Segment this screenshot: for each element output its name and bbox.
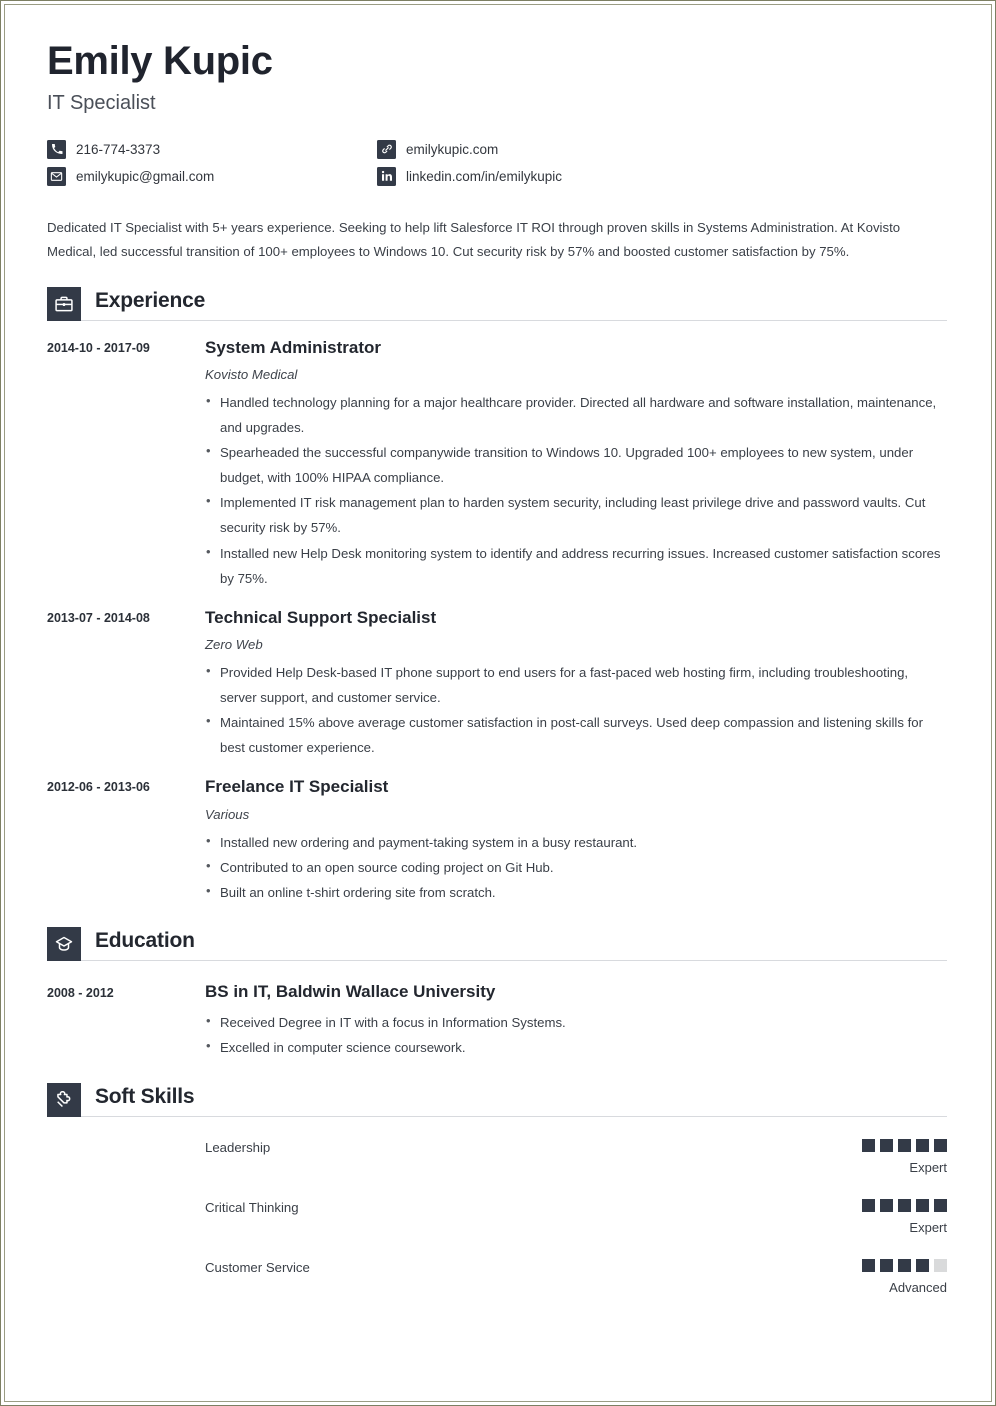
skills-list: Leadership Expert Critical Thinking Expe…	[47, 1138, 947, 1295]
entry-date: 2008 - 2012	[47, 985, 114, 1000]
entry-body: Freelance IT Specialist Various Installe…	[205, 777, 947, 905]
entry-role: Freelance IT Specialist	[205, 777, 389, 797]
skill-row: Leadership Expert	[47, 1138, 947, 1175]
contact-grid: 216-774-3373 emilykupic.com emilykupic@g…	[47, 139, 947, 186]
section-soft-skills: Soft Skills Leadership Expert Critical T…	[47, 1082, 947, 1295]
entry-degree: BS in IT, Baldwin Wallace University	[205, 981, 496, 1001]
email-icon	[47, 166, 66, 186]
link-icon	[377, 139, 396, 159]
contact-phone[interactable]: 216-774-3373	[47, 139, 377, 159]
section-header-soft-skills: Soft Skills	[47, 1082, 947, 1117]
experience-entry: 2013-07 - 2014-08 Technical Support Spec…	[47, 608, 947, 761]
rating-square	[898, 1198, 911, 1212]
skill-rating-squares	[862, 1258, 947, 1272]
education-entry: 2008 - 2012 BS in IT, Baldwin Wallace Un…	[47, 982, 947, 1061]
entry-bullets: Installed new ordering and payment-takin…	[205, 829, 947, 905]
rating-square	[880, 1258, 893, 1272]
skill-level: Expert	[909, 1159, 947, 1175]
entry-organization: Zero Web	[205, 637, 263, 653]
contact-website[interactable]: emilykupic.com	[377, 139, 947, 159]
entry-role: Technical Support Specialist	[205, 607, 437, 627]
skill-row: Customer Service Advanced	[47, 1258, 947, 1295]
list-item: Contributed to an open source coding pro…	[205, 854, 947, 880]
experience-entry: 2012-06 - 2013-06 Freelance IT Specialis…	[47, 777, 947, 905]
contact-linkedin-value: linkedin.com/in/emilykupic	[406, 168, 563, 184]
resume-page: Emily Kupic IT Specialist 216-774-3373 e…	[0, 0, 996, 1406]
list-item: Handled technology planning for a major …	[205, 389, 947, 440]
list-item: Implemented IT risk management plan to h…	[205, 489, 947, 540]
skill-rating-squares	[862, 1198, 947, 1212]
entry-bullets: Received Degree in IT with a focus in In…	[205, 1009, 947, 1060]
list-item: Installed new ordering and payment-takin…	[205, 829, 947, 855]
section-title-education: Education	[95, 929, 195, 953]
section-header-experience: Experience	[47, 286, 947, 321]
rating-square	[916, 1258, 929, 1272]
graduation-cap-icon	[47, 926, 81, 961]
page-title: Emily Kupic	[47, 39, 273, 83]
list-item: Excelled in computer science coursework.	[205, 1034, 947, 1060]
rating-square	[862, 1258, 875, 1272]
entry-date: 2014-10 - 2017-09	[47, 340, 150, 355]
skill-name: Leadership	[205, 1139, 271, 1155]
rating-square	[934, 1258, 947, 1272]
list-item: Maintained 15% above average customer sa…	[205, 709, 947, 760]
linkedin-icon	[377, 166, 396, 186]
rating-square	[898, 1258, 911, 1272]
list-item: Built an online t-shirt ordering site fr…	[205, 879, 947, 905]
entry-role: System Administrator	[205, 337, 382, 357]
list-item: Installed new Help Desk monitoring syste…	[205, 539, 947, 591]
phone-icon	[47, 139, 66, 159]
rating-square	[898, 1138, 911, 1152]
section-experience: Experience 2014-10 - 2017-09 System Admi…	[47, 286, 947, 905]
entry-body: Technical Support Specialist Zero Web Pr…	[205, 608, 947, 761]
entry-bullets: Provided Help Desk-based IT phone suppor…	[205, 659, 947, 760]
skill-row: Critical Thinking Expert	[47, 1198, 947, 1235]
job-title: IT Specialist	[47, 91, 156, 114]
contact-email-value: emilykupic@gmail.com	[76, 168, 215, 184]
entry-organization: Various	[205, 806, 250, 822]
entry-body: System Administrator Kovisto Medical Han…	[205, 338, 947, 591]
resume-page-inner: Emily Kupic IT Specialist 216-774-3373 e…	[4, 4, 992, 1402]
skill-level: Expert	[909, 1219, 947, 1235]
rating-square	[916, 1198, 929, 1212]
rating-square	[862, 1138, 875, 1152]
list-item: Received Degree in IT with a focus in In…	[205, 1009, 947, 1035]
contact-linkedin[interactable]: linkedin.com/in/emilykupic	[377, 166, 947, 186]
professional-summary: Dedicated IT Specialist with 5+ years ex…	[47, 219, 901, 260]
rating-square	[862, 1198, 875, 1212]
entry-date: 2012-06 - 2013-06	[47, 780, 150, 795]
rating-square	[880, 1138, 893, 1152]
contact-email[interactable]: emilykupic@gmail.com	[47, 166, 377, 186]
skill-rating-squares	[862, 1138, 947, 1152]
rating-square	[880, 1198, 893, 1212]
entry-date: 2013-07 - 2014-08	[47, 610, 150, 625]
section-education: Education 2008 - 2012 BS in IT, Baldwin …	[47, 926, 947, 1061]
skill-name: Critical Thinking	[205, 1199, 299, 1215]
entry-body: BS in IT, Baldwin Wallace University Rec…	[205, 982, 947, 1061]
skill-meter: Expert	[862, 1138, 947, 1175]
entry-bullets: Handled technology planning for a major …	[205, 389, 947, 591]
list-item: Spearheaded the successful companywide t…	[205, 439, 947, 490]
rating-square	[916, 1138, 929, 1152]
puzzle-piece-icon	[47, 1082, 81, 1117]
list-item: Provided Help Desk-based IT phone suppor…	[205, 659, 947, 710]
rating-square	[934, 1198, 947, 1212]
skill-name: Customer Service	[205, 1259, 310, 1275]
section-title-soft-skills: Soft Skills	[95, 1085, 195, 1109]
skill-level: Advanced	[889, 1279, 947, 1295]
experience-entry: 2014-10 - 2017-09 System Administrator K…	[47, 338, 947, 591]
contact-website-value: emilykupic.com	[406, 141, 499, 157]
rating-square	[934, 1138, 947, 1152]
entry-organization: Kovisto Medical	[205, 367, 298, 383]
resume-header: Emily Kupic IT Specialist 216-774-3373 e…	[47, 39, 947, 265]
skill-meter: Expert	[862, 1198, 947, 1235]
section-header-education: Education	[47, 926, 947, 961]
contact-phone-value: 216-774-3373	[76, 141, 161, 157]
skill-meter: Advanced	[862, 1258, 947, 1295]
section-title-experience: Experience	[95, 289, 206, 313]
briefcase-icon	[47, 286, 81, 321]
